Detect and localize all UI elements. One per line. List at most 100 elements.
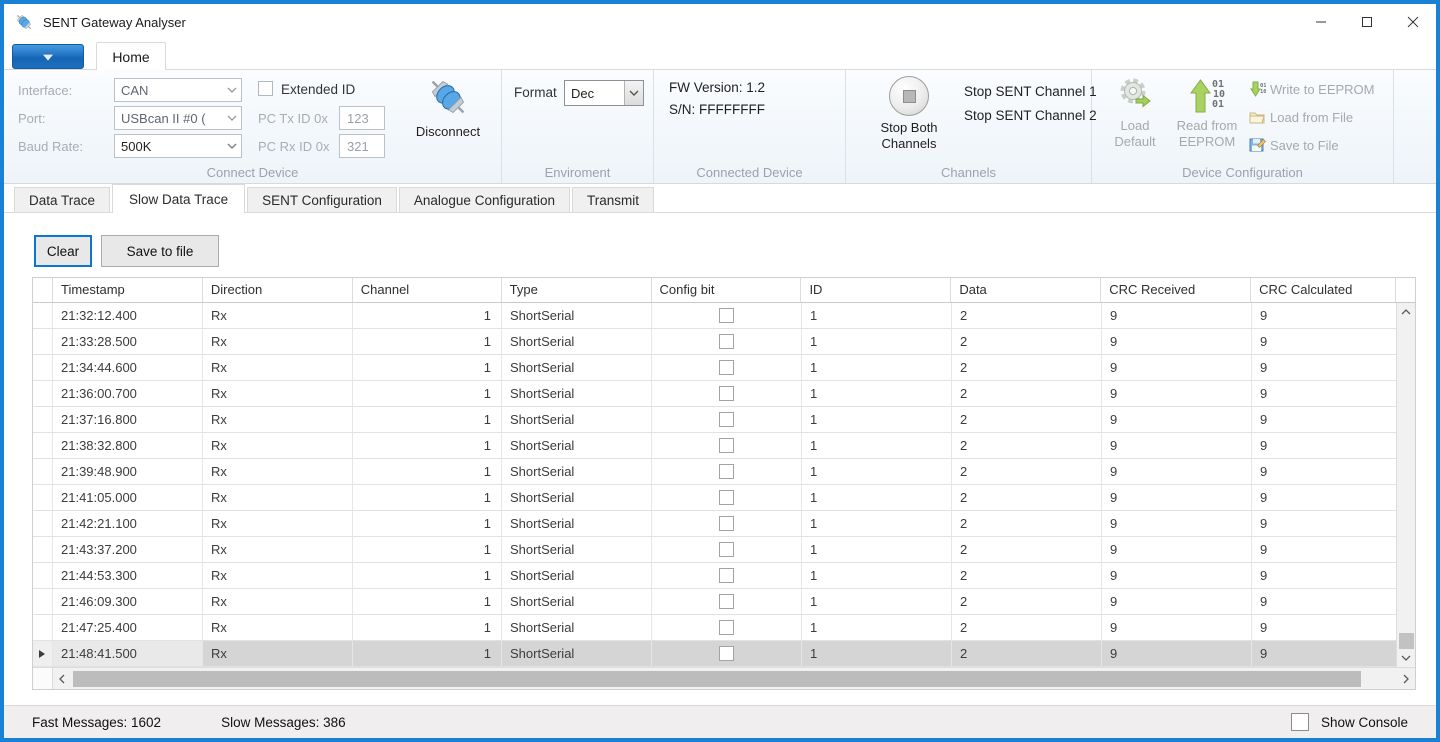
extended-id-checkbox[interactable] xyxy=(258,81,273,96)
cell-direction: Rx xyxy=(203,459,353,485)
ribbon-tab-home[interactable]: Home xyxy=(96,42,166,70)
cell-id: 1 xyxy=(802,329,952,355)
read-eeprom-label-line1: Read from xyxy=(1177,118,1238,133)
column-header-channel[interactable]: Channel xyxy=(353,278,502,302)
row-header-column xyxy=(33,278,53,302)
table-row[interactable]: 21:44:53.300Rx1ShortSerial1299 xyxy=(33,563,1415,589)
vertical-scrollbar[interactable] xyxy=(1396,303,1415,667)
config-bit-checkbox[interactable] xyxy=(719,490,734,505)
stop-both-label-line2: Channels xyxy=(882,136,937,151)
table-row[interactable]: 21:33:28.500Rx1ShortSerial1299 xyxy=(33,329,1415,355)
table-row[interactable]: 21:37:16.800Rx1ShortSerial1299 xyxy=(33,407,1415,433)
config-bit-checkbox[interactable] xyxy=(719,360,734,375)
cell-config-bit xyxy=(652,615,802,641)
column-header-crc-received[interactable]: CRC Received xyxy=(1101,278,1251,302)
cell-config-bit xyxy=(652,511,802,537)
scroll-left-icon[interactable] xyxy=(53,668,71,689)
format-combobox[interactable]: Dec xyxy=(564,80,644,106)
vertical-scroll-thumb[interactable] xyxy=(1399,633,1414,649)
table-row[interactable]: 21:36:00.700Rx1ShortSerial1299 xyxy=(33,381,1415,407)
maximize-button[interactable] xyxy=(1344,4,1390,40)
close-button[interactable] xyxy=(1390,4,1436,40)
config-bit-checkbox[interactable] xyxy=(719,516,734,531)
load-from-file-button[interactable]: Load from File xyxy=(1248,108,1353,126)
cell-type: ShortSerial xyxy=(502,407,652,433)
port-combobox[interactable]: USBcan II #0 ( xyxy=(114,106,242,130)
row-header-cell xyxy=(33,459,53,485)
minimize-button[interactable] xyxy=(1298,4,1344,40)
config-bit-checkbox[interactable] xyxy=(719,646,734,661)
cell-crc-calculated: 9 xyxy=(1252,511,1397,537)
scroll-up-icon[interactable] xyxy=(1397,303,1415,321)
baud-rate-combobox[interactable]: 500K xyxy=(114,134,242,158)
cell-channel: 1 xyxy=(353,459,502,485)
cell-channel: 1 xyxy=(353,485,502,511)
show-console-checkbox[interactable] xyxy=(1291,713,1309,731)
scroll-down-icon[interactable] xyxy=(1397,649,1415,667)
config-bit-checkbox[interactable] xyxy=(719,308,734,323)
svg-text:10: 10 xyxy=(1260,89,1266,95)
pc-rx-id-input[interactable]: 321 xyxy=(339,134,385,158)
cell-crc-calculated: 9 xyxy=(1252,537,1397,563)
table-row[interactable]: 21:42:21.100Rx1ShortSerial1299 xyxy=(33,511,1415,537)
column-header-direction[interactable]: Direction xyxy=(203,278,353,302)
stop-sent-channel-2-button[interactable]: Stop SENT Channel 2 xyxy=(964,108,1097,123)
save-to-file-toolbar-button[interactable]: Save to file xyxy=(101,235,219,267)
cell-crc-received: 9 xyxy=(1102,563,1252,589)
stop-sent-channel-1-button[interactable]: Stop SENT Channel 1 xyxy=(964,84,1097,99)
table-row[interactable]: 21:34:44.600Rx1ShortSerial1299 xyxy=(33,355,1415,381)
tab-data-trace[interactable]: Data Trace xyxy=(14,187,110,213)
table-row[interactable]: 21:32:12.400Rx1ShortSerial1299 xyxy=(33,303,1415,329)
table-row[interactable]: 21:46:09.300Rx1ShortSerial1299 xyxy=(33,589,1415,615)
table-row[interactable]: 21:38:32.800Rx1ShortSerial1299 xyxy=(33,433,1415,459)
tab-transmit[interactable]: Transmit xyxy=(572,187,654,213)
tab-sent-configuration[interactable]: SENT Configuration xyxy=(247,187,397,213)
load-default-button[interactable]: Load Default xyxy=(1104,76,1166,150)
stop-both-label-line1: Stop Both xyxy=(880,120,937,135)
column-header-timestamp[interactable]: Timestamp xyxy=(53,278,203,302)
clear-button[interactable]: Clear xyxy=(34,235,92,267)
config-bit-checkbox[interactable] xyxy=(719,620,734,635)
table-row[interactable]: 21:48:41.500Rx1ShortSerial1299 xyxy=(33,641,1415,667)
read-from-eeprom-button[interactable]: 01 10 01 Read from EEPROM xyxy=(1170,76,1244,150)
cell-direction: Rx xyxy=(203,537,353,563)
table-row[interactable]: 21:47:25.400Rx1ShortSerial1299 xyxy=(33,615,1415,641)
table-row[interactable]: 21:43:37.200Rx1ShortSerial1299 xyxy=(33,537,1415,563)
cell-config-bit xyxy=(652,381,802,407)
column-header-id[interactable]: ID xyxy=(801,278,951,302)
cell-direction: Rx xyxy=(203,485,353,511)
tab-analogue-configuration[interactable]: Analogue Configuration xyxy=(399,187,570,213)
config-bit-checkbox[interactable] xyxy=(719,568,734,583)
load-default-label-line1: Load xyxy=(1121,118,1150,133)
column-header-data[interactable]: Data xyxy=(951,278,1101,302)
application-menu-button[interactable] xyxy=(12,44,84,69)
config-bit-checkbox[interactable] xyxy=(719,594,734,609)
column-header-crc-calculated[interactable]: CRC Calculated xyxy=(1251,278,1396,302)
tab-slow-data-trace[interactable]: Slow Data Trace xyxy=(112,184,245,213)
row-header-cell xyxy=(33,303,53,329)
column-header-config-bit[interactable]: Config bit xyxy=(652,278,802,302)
pc-tx-id-input[interactable]: 123 xyxy=(339,106,385,130)
save-to-file-button[interactable]: Save to File xyxy=(1248,136,1339,154)
interface-combobox[interactable]: CAN xyxy=(114,78,242,102)
stop-both-channels-button[interactable]: Stop Both Channels xyxy=(864,76,954,152)
column-header-type[interactable]: Type xyxy=(502,278,652,302)
write-to-eeprom-button[interactable]: 01 10 Write to EEPROM xyxy=(1248,80,1375,98)
config-bit-checkbox[interactable] xyxy=(719,438,734,453)
table-header-row: TimestampDirectionChannelTypeConfig bitI… xyxy=(33,278,1415,303)
cell-timestamp: 21:32:12.400 xyxy=(53,303,203,329)
horizontal-scroll-thumb[interactable] xyxy=(73,671,1361,687)
config-bit-checkbox[interactable] xyxy=(719,386,734,401)
table-row[interactable]: 21:41:05.000Rx1ShortSerial1299 xyxy=(33,485,1415,511)
config-bit-checkbox[interactable] xyxy=(719,464,734,479)
slow-data-trace-page: Clear Save to file TimestampDirectionCha… xyxy=(4,213,1436,701)
config-bit-checkbox[interactable] xyxy=(719,542,734,557)
config-bit-checkbox[interactable] xyxy=(719,412,734,427)
cell-crc-calculated: 9 xyxy=(1252,407,1397,433)
table-row[interactable]: 21:39:48.900Rx1ShortSerial1299 xyxy=(33,459,1415,485)
horizontal-scrollbar[interactable] xyxy=(53,668,1415,689)
disconnect-button[interactable]: Disconnect xyxy=(402,74,494,140)
cell-type: ShortSerial xyxy=(502,615,652,641)
scroll-right-icon[interactable] xyxy=(1397,668,1415,689)
config-bit-checkbox[interactable] xyxy=(719,334,734,349)
